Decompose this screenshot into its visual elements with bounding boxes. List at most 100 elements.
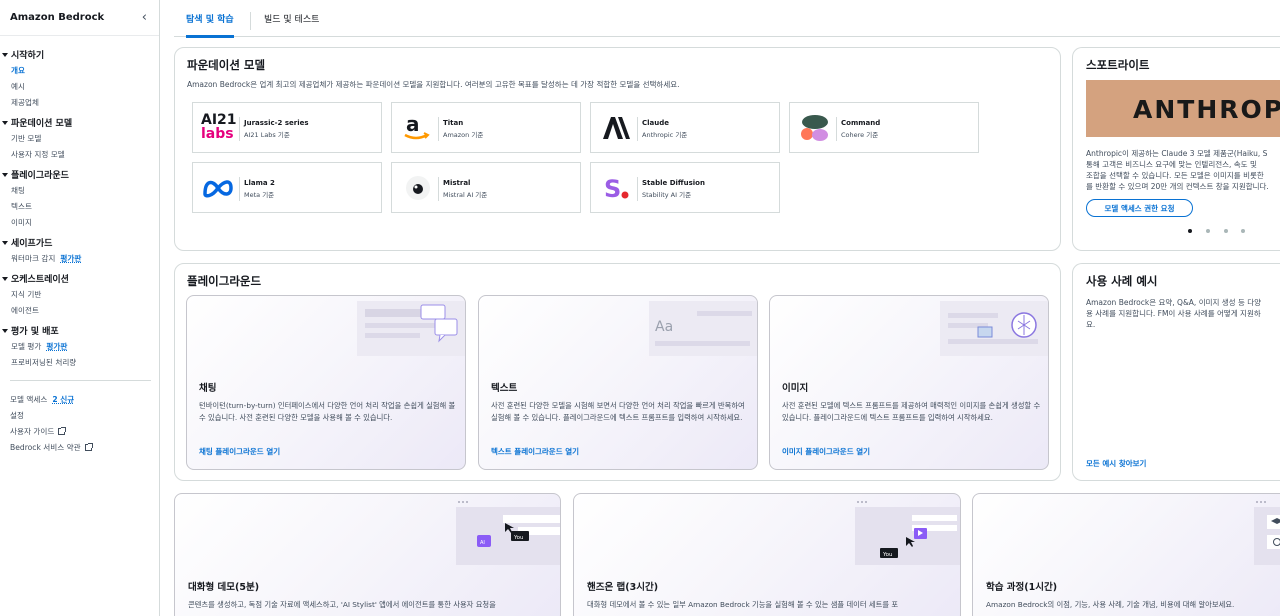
svg-text:AI: AI [480,540,485,546]
nav-section-header[interactable]: 플레이그라운드 [0,167,159,182]
playground-card-chat[interactable]: 채팅 턴바이턴(turn-by-turn) 인터페이스에서 다양한 언어 처리 … [186,295,466,470]
lab-illustration: You [855,501,960,565]
model-name: Claude [642,119,670,127]
nav-item-overview[interactable]: 개요 [0,62,159,78]
foundation-models-title: 파운데이션 모델 [187,58,266,72]
svg-text:You: You [513,535,523,541]
nav-item-model-evaluation[interactable]: 모델 평가 평가판 [0,338,159,354]
carousel-dot-3[interactable] [1224,229,1228,233]
nav-section-header[interactable]: 평가 및 배포 [0,323,159,338]
interactive-demo-title: 대화형 데모(5분) [188,582,260,593]
nav-item-chat[interactable]: 채팅 [0,182,159,198]
text-illustration: Aa [647,301,757,356]
sidebar-divider [10,380,151,381]
playground-card-text[interactable]: Aa 텍스트 사전 훈련된 다양한 모델을 시험해 보면서 다양한 언어 처리 … [478,295,758,470]
nav-item-watermark-detection[interactable]: 워터마크 감지 평가판 [0,250,159,266]
demo-illustration: AI You [456,501,560,565]
model-card-command[interactable]: Command Cohere 기준 [789,102,979,153]
hands-on-lab-title: 핸즈온 랩(3시간) [587,582,659,593]
logo-divider [836,117,837,141]
caret-down-icon [2,172,8,177]
nav-item-image[interactable]: 이미지 [0,214,159,230]
image-illustration [938,301,1048,356]
logo-divider [637,177,638,201]
nav-section-assessment-deployment: 평가 및 배포 모델 평가 평가판 프로비저닝된 처리량 [0,323,159,370]
nav-section-header[interactable]: 세이프가드 [0,235,159,250]
nav-item-knowledge-base[interactable]: 지식 기반 [0,286,159,302]
sidebar-header: Amazon Bedrock ‹ [0,0,159,36]
collapse-sidebar-icon[interactable]: ‹ [142,10,147,25]
model-card-llama[interactable]: Llama 2 Meta 기준 [192,162,382,213]
training-course-card[interactable]: 학습 과정(1시간) Amazon Bedrock의 이점, 기능, 사용 사례… [972,493,1280,616]
hands-on-lab-card[interactable]: You 핸즈온 랩(3시간) 대화형 데모에서 볼 수 있는 일부 Amazon… [573,493,961,616]
playground-card-description: 턴바이턴(turn-by-turn) 인터페이스에서 다양한 언어 처리 작업을… [199,401,456,422]
nav-item-examples[interactable]: 예시 [0,78,159,94]
nav-item-provisioned-throughput[interactable]: 프로비저닝된 처리량 [0,354,159,370]
model-name: Jurassic-2 series [244,119,309,127]
nav-item-custom-models[interactable]: 사용자 지정 모델 [0,146,159,162]
carousel-dot-4[interactable] [1241,229,1245,233]
request-model-access-button[interactable]: 모델 액세스 권한 요청 [1086,199,1193,217]
nav-section-foundation-models: 파운데이션 모델 기반 모델 사용자 지정 모델 [0,115,159,162]
carousel-dot-1[interactable] [1188,229,1192,233]
logo-divider [637,117,638,141]
side-navigation: Amazon Bedrock ‹ 시작하기 개요 예시 제공업체 파운데이션 모… [0,0,160,616]
interactive-demo-card[interactable]: AI You 대화형 데모(5분) 콘텐츠를 생성하고, 독점 기술 자료에 액… [174,493,561,616]
nav-item-agents[interactable]: 에이전트 [0,302,159,318]
use-cases-title: 사용 사례 예시 [1086,274,1158,288]
sidebar-title[interactable]: Amazon Bedrock [10,12,104,23]
model-card-stable-diffusion[interactable]: S Stable Diffusion Stability AI 기준 [590,162,780,213]
tab-bar: 탐색 및 학습 빌드 및 테스트 [174,0,1280,38]
playground-card-image[interactable]: 이미지 사전 훈련된 모델에 텍스트 프롬프트를 제공하여 매력적인 이미지를 … [769,295,1049,470]
nav-item-settings[interactable]: 설정 [0,407,159,423]
playground-card-description: 사전 훈련된 다양한 모델을 시험해 보면서 다양한 언어 처리 작업을 빠르게… [491,401,745,422]
model-card-ai21[interactable]: AI21 labs Jurassic-2 series AI21 Labs 기준 [192,102,382,153]
preview-badge[interactable]: 평가판 [60,253,81,264]
model-provider: Anthropic 기준 [642,131,688,139]
caret-down-icon [2,276,8,281]
stability-ai-logo: S [599,173,634,203]
preview-badge[interactable]: 평가판 [46,341,67,352]
nav-item-service-terms[interactable]: Bedrock 서비스 약관 [0,439,159,455]
open-image-playground-link[interactable]: 이미지 플레이그라운드 열기 [782,446,870,457]
nav-section-header[interactable]: 오케스트레이션 [0,271,159,286]
logo-divider [239,117,240,141]
playground-card-title: 이미지 [782,383,809,394]
interactive-demo-description: 콘텐츠를 생성하고, 독점 기술 자료에 액세스하고, 'AI Stylist'… [188,600,496,609]
mistral-logo [400,173,435,203]
svg-text:S: S [604,175,621,203]
tab-explore-learn[interactable]: 탐색 및 학습 [186,0,234,38]
spotlight-panel: 스포트라이트 ANTHROPIC Anthropic이 제공하는 Claude … [1072,47,1280,251]
tab-build-test[interactable]: 빌드 및 테스트 [264,0,319,37]
playgrounds-title: 플레이그라운드 [187,274,262,288]
new-badge[interactable]: 2 신규 [52,394,74,405]
svg-text:a: a [406,113,420,136]
nav-item-text[interactable]: 텍스트 [0,198,159,214]
nav-section-header[interactable]: 파운데이션 모델 [0,115,159,130]
nav-section-header[interactable]: 시작하기 [0,47,159,62]
nav-item-base-models[interactable]: 기반 모델 [0,130,159,146]
caret-down-icon [2,120,8,125]
anthropic-logo [599,113,634,143]
open-text-playground-link[interactable]: 텍스트 플레이그라운드 열기 [491,446,579,457]
model-card-titan[interactable]: a Titan Amazon 기준 [391,102,581,153]
model-card-claude[interactable]: Claude Anthropic 기준 [590,102,780,153]
training-course-title: 학습 과정(1시간) [986,582,1058,593]
model-provider: Amazon 기준 [443,131,484,139]
model-name: Stable Diffusion [642,179,705,187]
model-name: Titan [443,119,464,127]
tab-divider [250,12,251,30]
model-card-mistral[interactable]: Mistral Mistral AI 기준 [391,162,581,213]
nav-item-providers[interactable]: 제공업체 [0,94,159,110]
open-chat-playground-link[interactable]: 채팅 플레이그라운드 열기 [199,446,280,457]
logo-divider [438,117,439,141]
nav-item-user-guide[interactable]: 사용자 가이드 [0,423,159,439]
nav-item-model-access[interactable]: 모델 액세스 2 신규 [0,391,159,407]
model-provider: Meta 기준 [244,191,275,199]
use-cases-description: Amazon Bedrock은 요약, Q&A, 이미지 생성 등 다양 용 사… [1086,298,1262,329]
playground-card-description: 사전 훈련된 모델에 텍스트 프롬프트를 제공하여 매력적인 이미지를 손쉽게 … [782,401,1041,422]
playground-card-title: 텍스트 [491,383,518,394]
carousel-dot-2[interactable] [1206,229,1210,233]
browse-all-examples-link[interactable]: 모든 예시 찾아보기 [1086,458,1146,469]
caret-down-icon [2,240,8,245]
